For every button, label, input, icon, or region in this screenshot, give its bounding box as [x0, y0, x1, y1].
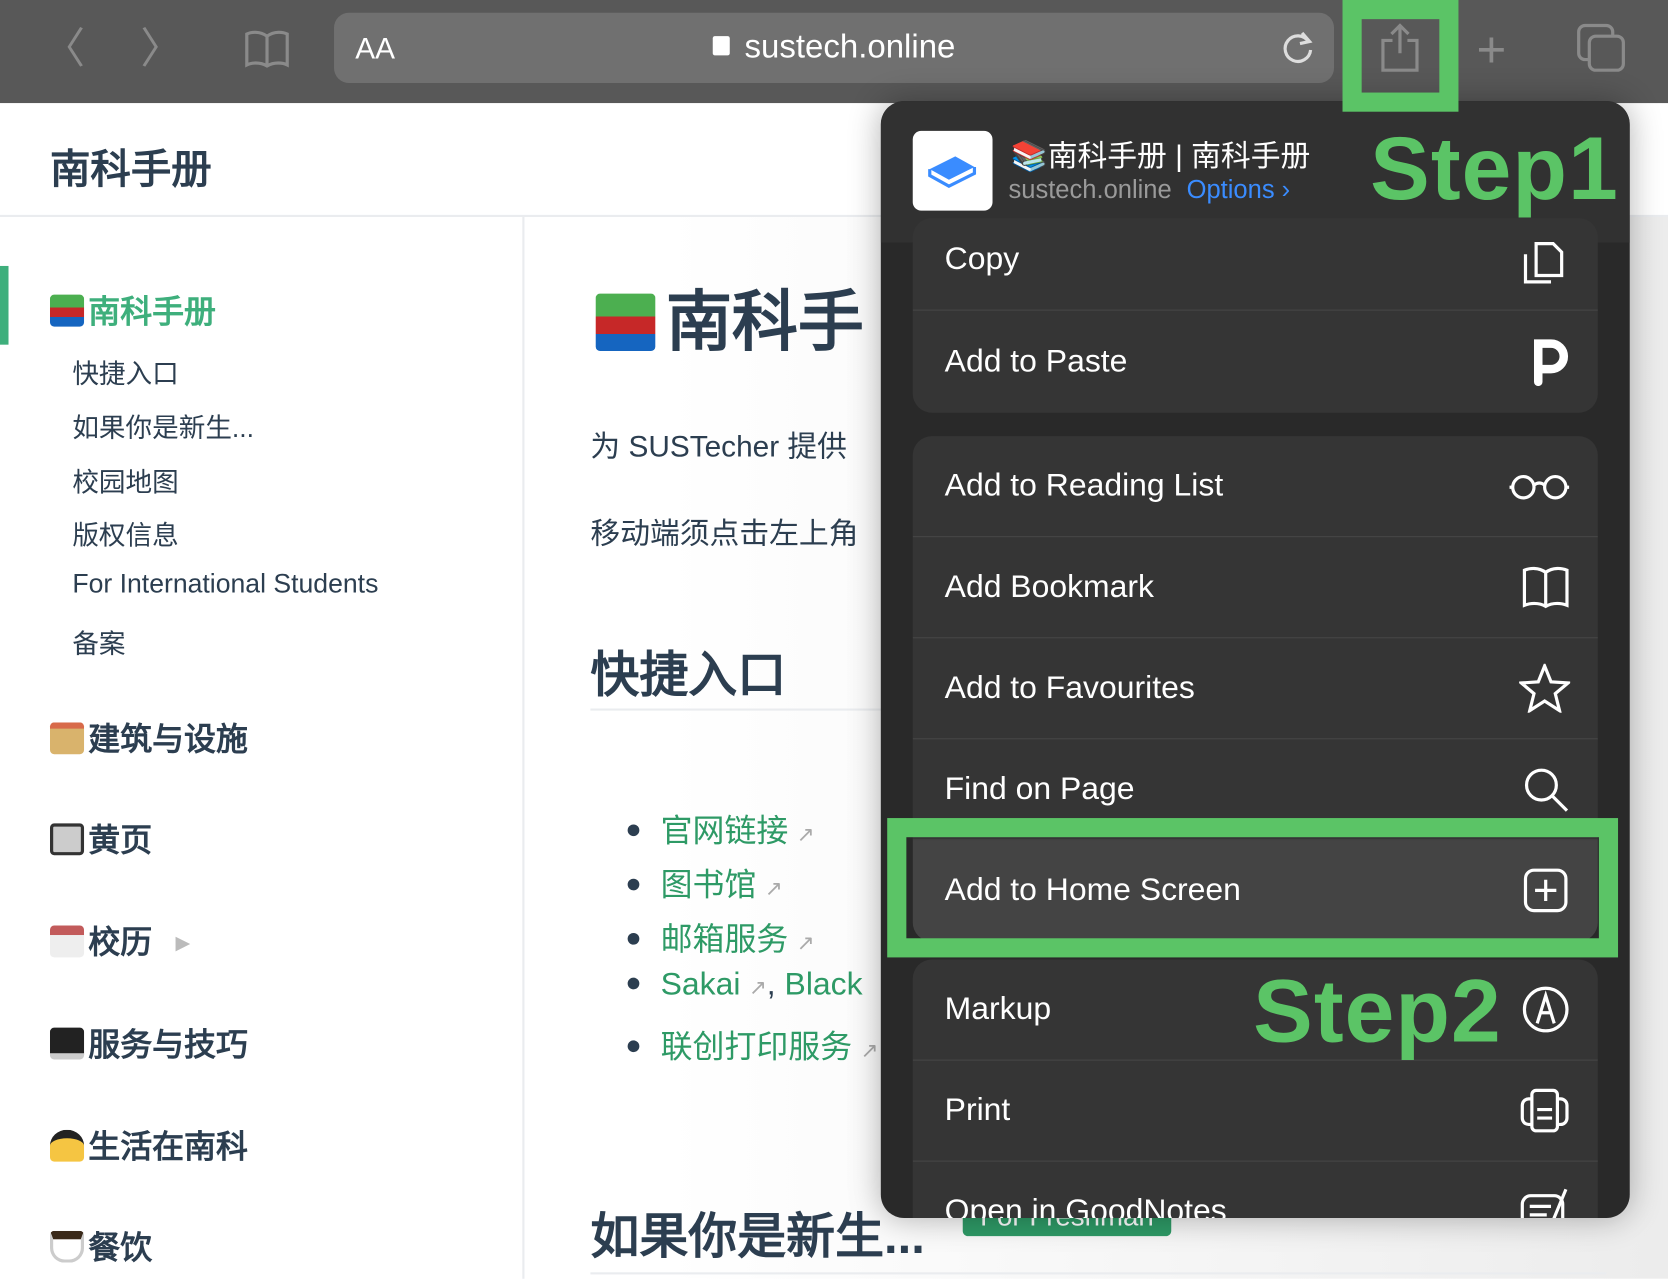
list-item[interactable]: 联创打印服务 ↗ — [627, 1020, 879, 1067]
link-library: 图书馆 — [660, 868, 757, 904]
sidebar-group-label: 建筑与设施 — [88, 722, 248, 758]
new-tab-icon[interactable]: + — [1477, 25, 1507, 77]
action-add-bookmark[interactable]: Add Bookmark — [912, 537, 1598, 639]
copy-icon — [1523, 242, 1564, 284]
list-item[interactable]: 图书馆 ↗ — [627, 858, 783, 905]
step2-highlight-box — [887, 818, 1619, 958]
fax-icon — [49, 823, 85, 856]
bookmark-book-icon — [1522, 566, 1569, 609]
sidebar-subitem[interactable]: 快捷入口 — [72, 353, 178, 391]
sidebar-subitem[interactable]: 备案 — [72, 623, 125, 661]
sidebar-group-label: 校历 — [88, 925, 153, 961]
external-link-icon: ↗ — [796, 931, 815, 956]
sidebar-group-calendar[interactable]: 校历 ▶ — [49, 916, 191, 963]
school-building-icon — [49, 722, 85, 755]
action-copy[interactable]: Copy — [912, 218, 1598, 311]
printer-icon — [1520, 1088, 1569, 1133]
sidebar-group-life[interactable]: 生活在南科 — [49, 1120, 248, 1167]
action-group-1: Copy Add to Paste — [912, 218, 1598, 413]
link-email: 邮箱服务 — [660, 922, 789, 958]
action-add-to-favourites[interactable]: Add to Favourites — [912, 638, 1598, 740]
share-sheet-title: 📚南科手册 | 南科手册 — [1010, 139, 1311, 173]
star-icon — [1519, 663, 1571, 713]
section-heading-shortcuts: 快捷入口 — [590, 646, 787, 703]
student-icon — [49, 1129, 85, 1162]
action-print[interactable]: Print — [912, 1061, 1598, 1162]
step1-highlight-box — [1342, 0, 1459, 112]
link-official-site: 官网链接 — [660, 813, 789, 849]
reload-icon[interactable] — [1279, 29, 1317, 73]
sidebar-group-label: 服务与技巧 — [88, 1027, 248, 1063]
action-open-in-goodnotes[interactable]: Open in GoodNotes — [913, 1162, 1598, 1219]
search-icon — [1524, 768, 1569, 812]
divider — [590, 1272, 1607, 1275]
action-add-to-reading-list[interactable]: Add to Reading List — [912, 436, 1598, 538]
sidebar-group-label: 生活在南科 — [88, 1129, 248, 1165]
glasses-icon — [1509, 474, 1570, 500]
sidebar-group-buildings[interactable]: 建筑与设施 — [49, 713, 248, 760]
sidebar-subitem[interactable]: 版权信息 — [72, 515, 178, 553]
address-bar[interactable]: AA sustech.online — [334, 12, 1335, 83]
link-print-service: 联创打印服务 — [660, 1029, 853, 1065]
step1-label: Step1 — [1370, 118, 1619, 219]
back-icon[interactable]: 〈 — [43, 28, 86, 71]
external-link-icon: ↗ — [860, 1039, 879, 1063]
site-title[interactable]: 南科手册 — [50, 136, 212, 195]
mobile-hint-text: 移动端须点击左上角 — [590, 517, 859, 550]
share-sheet-subtitle: sustech.online — [1008, 175, 1172, 205]
bookmarks-icon[interactable] — [245, 30, 290, 74]
page-title-text: 南科手 — [665, 286, 864, 360]
lock-icon — [712, 36, 730, 56]
external-link-icon: ↗ — [764, 877, 783, 902]
page-title: 南科手 — [595, 268, 864, 364]
list-item[interactable]: Sakai ↗, Black — [627, 966, 863, 1003]
books-icon — [49, 294, 85, 327]
goodnotes-icon — [1520, 1188, 1568, 1219]
desktop-icon — [49, 1027, 85, 1060]
step2-label: Step2 — [1253, 960, 1502, 1061]
forward-icon[interactable]: 〉 — [140, 28, 183, 71]
link-blackboard: Black — [784, 966, 863, 1003]
external-link-icon: ↗ — [748, 976, 767, 1000]
sidebar-group-yellow-pages[interactable]: 黄页 — [49, 814, 153, 861]
divider — [590, 708, 899, 711]
markup-pen-icon — [1522, 986, 1569, 1033]
site-icon — [912, 130, 993, 211]
sidebar-group-services[interactable]: 服务与技巧 — [49, 1018, 248, 1065]
options-button[interactable]: Options › — [1187, 176, 1291, 205]
section-heading-freshman: 如果你是新生... — [590, 1208, 925, 1264]
calendar-icon — [49, 925, 85, 958]
sidebar-subitem[interactable]: For International Students — [72, 569, 378, 600]
sidebar-group-dining[interactable]: 餐饮 — [49, 1221, 153, 1268]
active-indicator — [0, 265, 9, 345]
list-item[interactable]: 官网链接 ↗ — [627, 804, 815, 851]
coffee-icon — [49, 1230, 85, 1263]
books-icon — [595, 293, 656, 352]
intro-text: 为 SUSTecher 提供 — [590, 429, 847, 463]
external-link-icon: ↗ — [796, 823, 815, 847]
list-item[interactable]: 邮箱服务 ↗ — [627, 913, 815, 960]
action-add-to-paste[interactable]: Add to Paste — [913, 312, 1598, 413]
sidebar-item-home[interactable]: 南科手册 — [49, 285, 216, 332]
sidebar-subitem[interactable]: 校园地图 — [72, 462, 178, 500]
sidebar-group-label: 黄页 — [88, 823, 153, 859]
tabs-icon[interactable] — [1577, 23, 1626, 77]
sidebar-group-label: 餐饮 — [88, 1230, 153, 1266]
sidebar-subitem[interactable]: 如果你是新生... — [72, 407, 254, 445]
expand-arrow-icon[interactable]: ▶ — [176, 932, 191, 954]
sidebar-item-label: 南科手册 — [88, 294, 216, 330]
paste-app-icon — [1533, 339, 1569, 387]
link-sakai: Sakai — [660, 966, 741, 1003]
url-text: sustech.online — [744, 27, 956, 65]
